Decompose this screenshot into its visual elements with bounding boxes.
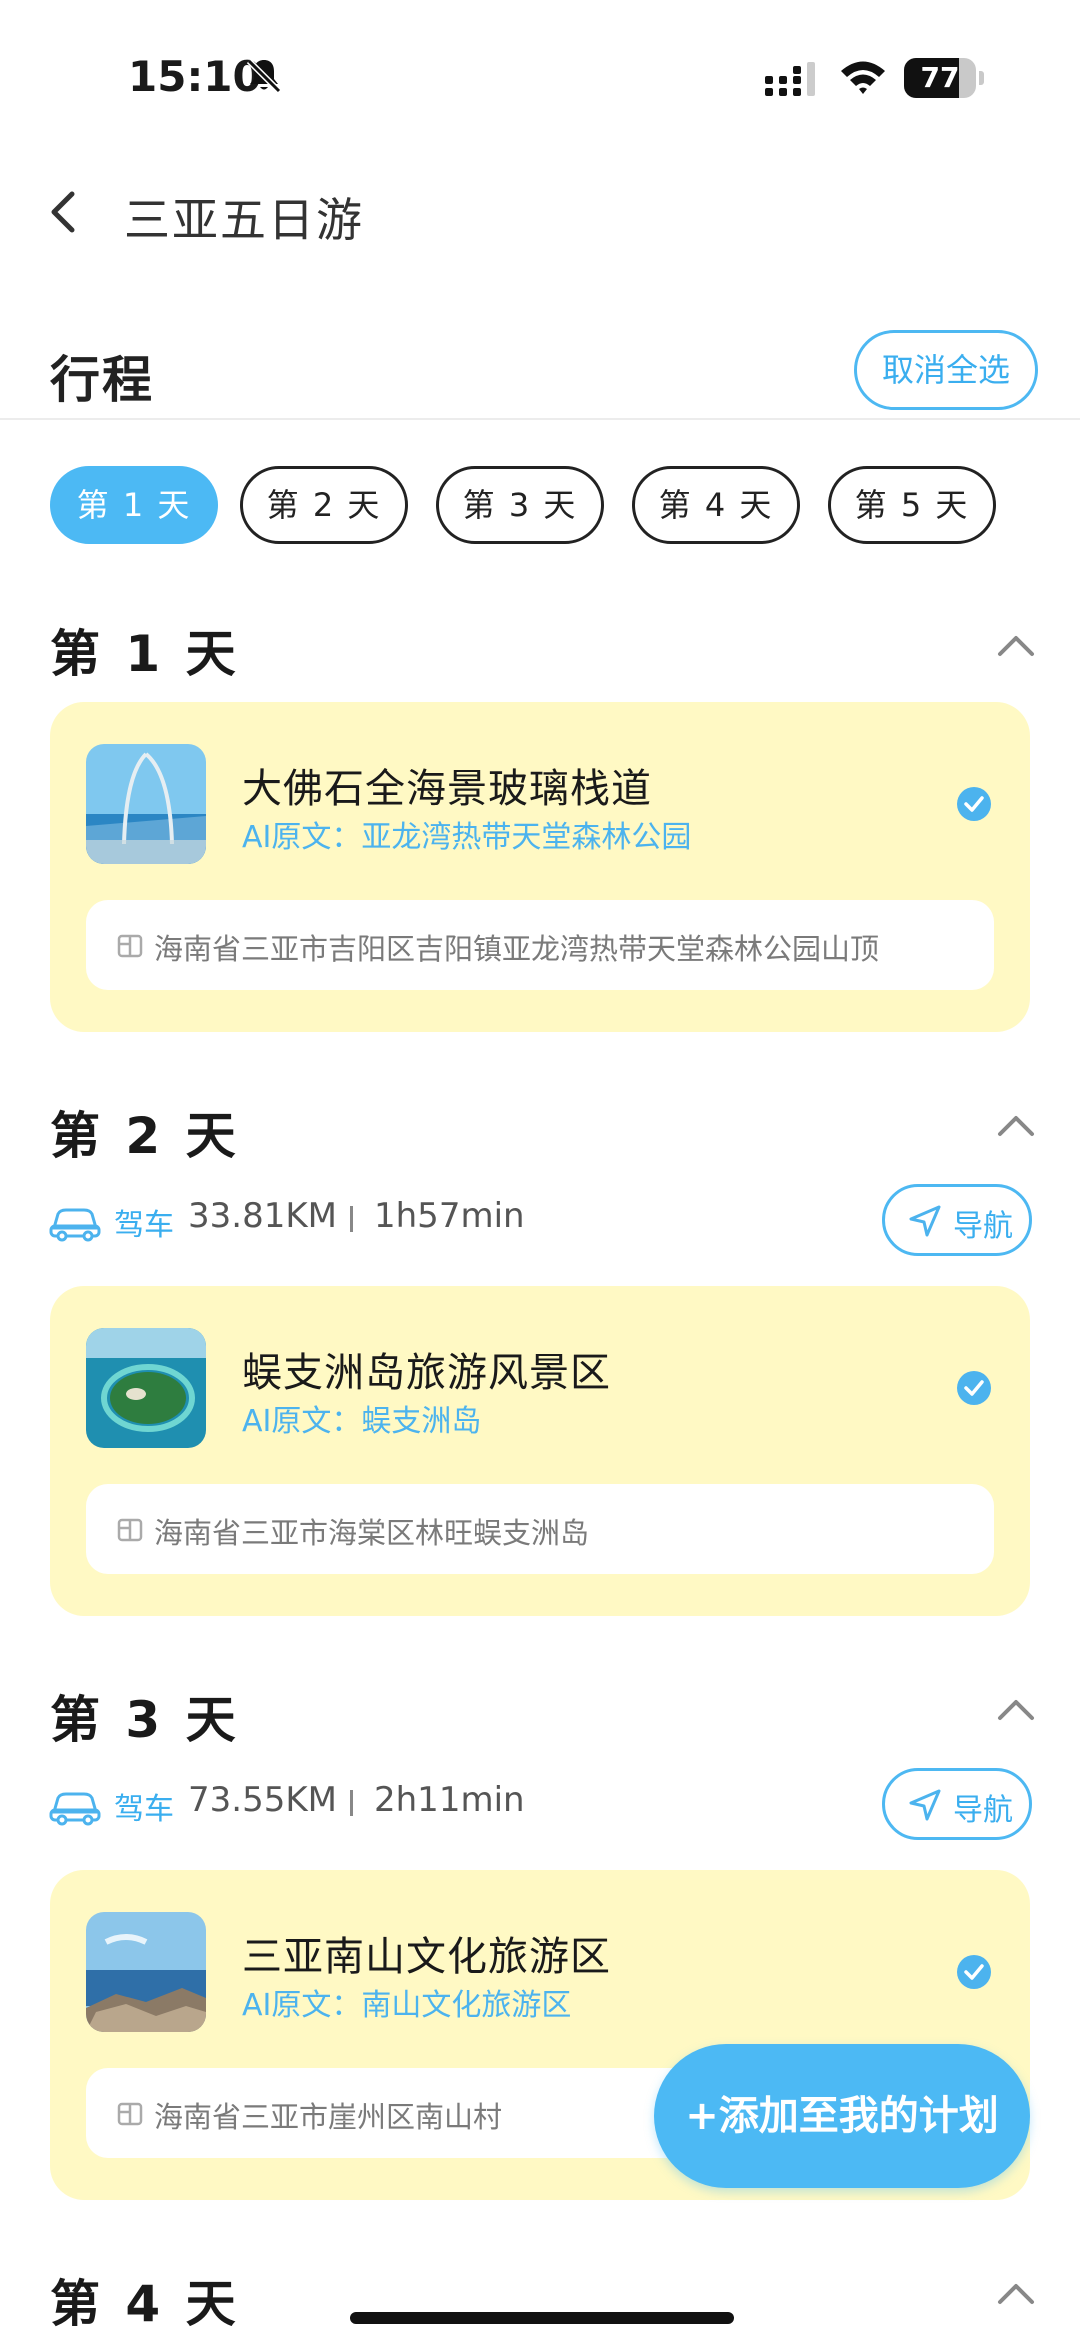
drive-duration: 1h57min bbox=[374, 1196, 525, 1236]
tab-day-3[interactable]: 第 3 天 bbox=[436, 466, 604, 544]
spot-address: 海南省三亚市海棠区林旺蜈支洲岛 bbox=[154, 1516, 590, 1550]
tab-day-1[interactable]: 第 1 天 bbox=[50, 466, 218, 544]
chevron-up-icon[interactable] bbox=[996, 2280, 1036, 2306]
check-circle-icon[interactable] bbox=[956, 786, 992, 822]
building-icon bbox=[117, 1518, 143, 1542]
day-1-header: 第 1 天 bbox=[50, 625, 240, 683]
chevron-up-icon[interactable] bbox=[996, 1696, 1036, 1722]
back-arrow-icon[interactable] bbox=[44, 184, 84, 240]
divider bbox=[0, 418, 1080, 420]
wifi-icon bbox=[841, 61, 885, 94]
status-time: 15:10 bbox=[128, 52, 262, 101]
spot-name: 三亚南山文化旅游区 bbox=[242, 1934, 611, 1980]
deselect-all-button[interactable]: 取消全选 bbox=[854, 330, 1038, 410]
separator bbox=[350, 1790, 353, 1816]
home-indicator bbox=[350, 2312, 734, 2324]
battery-percent: 77 bbox=[920, 61, 960, 94]
spot-thumbnail bbox=[86, 1328, 206, 1448]
drive-distance: 33.81KM bbox=[188, 1196, 337, 1236]
drive-mode: 驾车 bbox=[114, 1208, 174, 1243]
navigate-label: 导航 bbox=[953, 1209, 1013, 1244]
itinerary-title: 行程 bbox=[50, 351, 154, 409]
spot-card-day-1[interactable]: 大佛石全海景玻璃栈道 AI原文：亚龙湾热带天堂森林公园 海南省三亚市吉阳区吉阳镇… bbox=[50, 702, 1030, 1032]
navigate-button[interactable]: 导航 bbox=[882, 1768, 1032, 1840]
battery-indicator: 77 bbox=[904, 58, 984, 98]
tab-day-4[interactable]: 第 4 天 bbox=[632, 466, 800, 544]
spot-card-day-2[interactable]: 蜈支洲岛旅游风景区 AI原文：蜈支洲岛 海南省三亚市海棠区林旺蜈支洲岛 bbox=[50, 1286, 1030, 1616]
spot-name: 蜈支洲岛旅游风景区 bbox=[242, 1350, 611, 1396]
spot-address: 海南省三亚市崖州区南山村 bbox=[154, 2100, 503, 2134]
status-bar: 15:10 77 bbox=[0, 0, 1080, 150]
tab-day-2[interactable]: 第 2 天 bbox=[240, 466, 408, 544]
day-3-header: 第 3 天 bbox=[50, 1691, 240, 1749]
navigate-button[interactable]: 导航 bbox=[882, 1184, 1032, 1256]
drive-info-day-2: 驾车 33.81KM 1h57min 导航 bbox=[48, 1184, 1048, 1256]
tab-day-5[interactable]: 第 5 天 bbox=[828, 466, 996, 544]
check-circle-icon[interactable] bbox=[956, 1370, 992, 1406]
spot-name: 大佛石全海景玻璃栈道 bbox=[242, 766, 652, 812]
drive-duration: 2h11min bbox=[374, 1780, 525, 1820]
drive-distance: 73.55KM bbox=[188, 1780, 337, 1820]
bell-slash-icon bbox=[246, 58, 282, 94]
spot-ai-original: AI原文：南山文化旅游区 bbox=[242, 1988, 572, 2023]
page-title: 三亚五日游 bbox=[124, 193, 364, 247]
chevron-up-icon[interactable] bbox=[996, 1112, 1036, 1138]
car-icon bbox=[49, 1792, 101, 1826]
day-4-header: 第 4 天 bbox=[50, 2275, 240, 2333]
cellular-signal-icon bbox=[765, 62, 815, 96]
navigate-label: 导航 bbox=[953, 1793, 1013, 1828]
navigation-arrow-icon bbox=[909, 1789, 941, 1821]
building-icon bbox=[117, 934, 143, 958]
chevron-up-icon[interactable] bbox=[996, 632, 1036, 658]
spot-thumbnail bbox=[86, 744, 206, 864]
add-to-plan-button[interactable]: +添加至我的计划 bbox=[654, 2044, 1030, 2188]
drive-info-day-3: 驾车 73.55KM 2h11min 导航 bbox=[48, 1768, 1048, 1840]
battery-body: 77 bbox=[904, 58, 976, 98]
separator bbox=[350, 1206, 353, 1232]
drive-mode: 驾车 bbox=[114, 1792, 174, 1827]
building-icon bbox=[117, 2102, 143, 2126]
day-2-header: 第 2 天 bbox=[50, 1107, 240, 1165]
spot-ai-original: AI原文：蜈支洲岛 bbox=[242, 1404, 482, 1439]
navigation-arrow-icon bbox=[909, 1205, 941, 1237]
battery-tip bbox=[979, 71, 984, 85]
car-icon bbox=[49, 1208, 101, 1242]
spot-ai-original: AI原文：亚龙湾热带天堂森林公园 bbox=[242, 820, 692, 855]
spot-thumbnail bbox=[86, 1912, 206, 2032]
check-circle-icon[interactable] bbox=[956, 1954, 992, 1990]
address-box: 海南省三亚市海棠区林旺蜈支洲岛 bbox=[86, 1484, 994, 1574]
address-box: 海南省三亚市吉阳区吉阳镇亚龙湾热带天堂森林公园山顶 bbox=[86, 900, 994, 990]
spot-address: 海南省三亚市吉阳区吉阳镇亚龙湾热带天堂森林公园山顶 bbox=[154, 932, 880, 966]
